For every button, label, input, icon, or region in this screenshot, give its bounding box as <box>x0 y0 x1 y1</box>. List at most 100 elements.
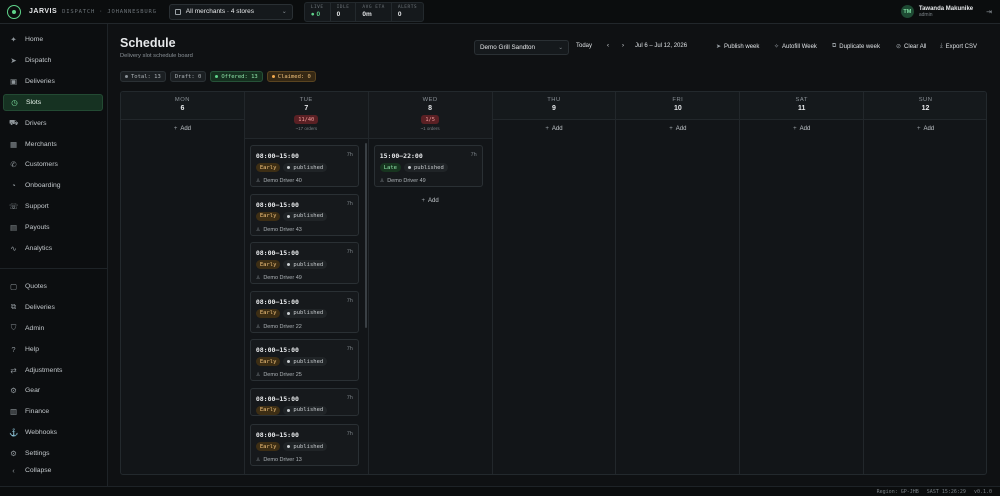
clear-icon: ⊘ <box>896 44 902 50</box>
plus-icon: + <box>669 126 673 132</box>
driver-name: Demo Driver 43 <box>263 226 302 233</box>
logout-icon[interactable]: ⇥ <box>986 8 992 16</box>
publish-week-button[interactable]: ➤ Publish week <box>716 43 759 51</box>
sidebar-item-merchants[interactable]: ▦ Merchants <box>3 136 103 153</box>
stat-key: IDLE <box>336 5 350 10</box>
slot-driver: ♙ Demo Driver 13 <box>256 457 302 463</box>
slot-driver: ♙ Demo Driver 25 <box>256 372 302 378</box>
sidebar-item-collapse-2[interactable]: ‹ Collapse <box>3 462 103 479</box>
slot-card[interactable]: 08:00–15:00 7h Early published <box>249 387 359 416</box>
day-header: SUN 12 <box>864 92 986 120</box>
day-column-thu: THU 9 + Add <box>492 92 617 474</box>
slot-time: 08:00–15:00 <box>255 200 299 209</box>
sidebar-item-drivers[interactable]: ⛟ Drivers <box>3 115 103 132</box>
store-icon <box>174 8 181 15</box>
day-date: 12 <box>921 105 930 112</box>
main-content: Schedule Delivery slot schedule board To… <box>108 24 1000 486</box>
status-dot-icon <box>287 214 291 218</box>
settings-icon: ⚙ <box>10 449 17 459</box>
clear-all-button[interactable]: ⊘ Clear All <box>896 43 926 51</box>
stat-key: ALERTS <box>397 5 418 10</box>
add-slot-button[interactable]: + Add <box>740 126 863 132</box>
add-slot-button[interactable]: + Add <box>616 126 739 132</box>
today-button[interactable]: Today <box>576 43 592 49</box>
orders-estimate: ~17 orders <box>295 126 318 131</box>
sidebar-item-onboarding[interactable]: ◔ Onboarding <box>3 177 103 194</box>
status-dot-icon <box>287 445 291 448</box>
status-chip[interactable]: Draft: 0 <box>169 71 207 82</box>
sidebar-item-label: Deliveries <box>25 303 55 311</box>
help-icon: ? <box>11 344 16 354</box>
sidebar-item-payouts[interactable]: ▤ Payouts <box>3 219 103 236</box>
sidebar-item-adjustments-2[interactable]: ⇄ Adjustments <box>3 362 103 379</box>
next-week-button[interactable]: › <box>622 43 624 49</box>
slot-tags: Early published <box>255 211 328 221</box>
sidebar-item-webhooks-2[interactable]: ⚓ Webhooks <box>3 424 103 441</box>
status-tag: published <box>403 163 448 172</box>
slot-card[interactable]: 08:00–15:00 7h Early published ♙ Demo Driver … <box>249 193 359 236</box>
duplicate-week-button[interactable]: ⧉ Duplicate week <box>832 43 880 50</box>
slot-duration: 7h <box>346 394 353 401</box>
user-icon: ♙ <box>255 457 261 463</box>
add-label: Add <box>551 126 563 132</box>
add-slot-button[interactable]: + Add <box>493 126 616 132</box>
sidebar: ✦ Home ➤ Dispatch ▣ Deliveries ◷ Slots ⛟ Drivers ▦… <box>0 24 108 486</box>
user-icon: ♙ <box>255 323 261 330</box>
sidebar-item-support[interactable]: ☏ Support <box>3 198 103 215</box>
store-select[interactable]: Demo Grill Sandton ⌄ <box>474 40 569 55</box>
shift-tag: Early <box>255 357 281 366</box>
sidebar-item-admin-2[interactable]: ⛉ Admin <box>3 320 103 337</box>
day-column-mon: MON 6 + Add <box>121 92 245 474</box>
status-chip[interactable]: Offered: 13 <box>210 71 263 82</box>
slot-driver: ♙ Demo Driver 43 <box>256 227 302 233</box>
status-chip[interactable]: Claimed: 0 <box>266 71 316 82</box>
slot-card[interactable]: 15:00–22:00 7h Late published ♙ Demo Driver 4… <box>373 145 483 187</box>
stat-value: 0 <box>336 11 341 18</box>
slot-tags: Early published <box>255 163 328 172</box>
status-chip[interactable]: Total: 13 <box>120 71 166 82</box>
slot-card[interactable]: 08:00–15:00 7h Early published ♙ Demo Driver … <box>249 290 359 333</box>
slot-card[interactable]: 08:00–15:00 7h Early published ♙ Demo Driver … <box>249 242 359 284</box>
prev-week-button[interactable]: ‹ <box>607 43 609 49</box>
export-csv-button[interactable]: ⤓ Export CSV <box>940 43 977 50</box>
driver-name: Demo Driver 22 <box>263 323 302 330</box>
sidebar-item-deliveries-2[interactable]: ⧉ Deliveries <box>3 299 103 316</box>
sidebar-item-finance-2[interactable]: ▥ Finance <box>3 403 103 420</box>
user-icon: ♙ <box>379 178 385 184</box>
slot-card[interactable]: 08:00–15:00 7h Early published ♙ Demo Driver … <box>249 424 359 466</box>
column-scrollbar[interactable] <box>365 143 367 328</box>
sidebar-item-analytics[interactable]: ∿ Analytics <box>3 240 103 257</box>
add-slot-button[interactable]: + Add <box>369 198 492 204</box>
sidebar-item-settings-2[interactable]: ⚙ Settings <box>3 445 103 462</box>
slot-duration: 7h <box>470 152 477 158</box>
analytics-icon: ∿ <box>10 244 17 253</box>
slot-card[interactable]: 08:00–15:00 7h Early published ♙ Demo Driver … <box>249 339 359 381</box>
stat-idle: IDLE 0 <box>331 2 357 21</box>
sidebar-item-home[interactable]: ✦ Home <box>3 31 103 48</box>
add-slot-button[interactable]: + Add <box>121 126 244 132</box>
day-column-sun: SUN 12 + Add <box>864 92 986 474</box>
sidebar-item-help-2[interactable]: ? Help <box>3 341 103 358</box>
day-date: 8 <box>428 105 433 112</box>
sidebar-item-deliveries[interactable]: ▣ Deliveries <box>3 73 103 90</box>
page-subtitle: Delivery slot schedule board <box>120 53 193 59</box>
user-menu[interactable]: TM Tawanda Makunike admin ⇥ <box>900 5 992 18</box>
merchant-selector[interactable]: All merchants · 4 stores ⌄ <box>168 3 293 20</box>
driver-name: Demo Driver 13 <box>263 457 302 463</box>
day-header: WED 8 1/5 ~1 orders <box>368 92 492 139</box>
sidebar-item-slots[interactable]: ◷ Slots <box>3 93 103 111</box>
add-slot-button[interactable]: + Add <box>864 126 986 132</box>
sidebar-item-customers[interactable]: ✆ Customers <box>3 156 103 173</box>
stat-key: AVG ETA <box>362 5 385 10</box>
stat-key: LIVE <box>310 5 324 10</box>
sidebar-item-gear-2[interactable]: ⚙ Gear <box>3 382 103 399</box>
autofill-week-button[interactable]: ✧ Autofill Week <box>774 43 817 51</box>
status-tag: published <box>283 308 328 318</box>
slot-driver: ♙ Demo Driver 49 <box>256 275 302 281</box>
sidebar-item-quotes-2[interactable]: ▢ Quotes <box>3 278 103 295</box>
sidebar-item-label: Settings <box>25 450 50 458</box>
slot-card[interactable]: 08:00–15:00 7h Early published ♙ Demo Driver … <box>249 145 359 187</box>
sidebar-item-dispatch[interactable]: ➤ Dispatch <box>3 52 103 69</box>
sidebar-item-label: Analytics <box>25 245 53 252</box>
home-icon: ✦ <box>10 35 17 44</box>
